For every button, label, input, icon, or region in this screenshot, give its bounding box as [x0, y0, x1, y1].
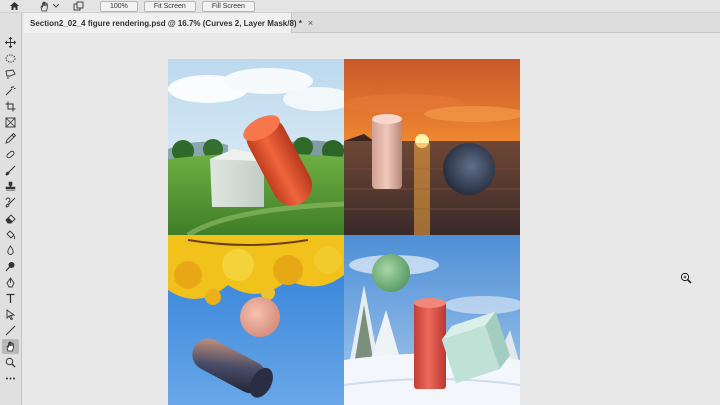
brush-icon[interactable]	[2, 163, 19, 178]
autumn-scene-image	[168, 235, 344, 405]
meadow-scene-image	[168, 59, 344, 235]
dodge-icon[interactable]	[2, 259, 19, 274]
history-brush-icon[interactable]	[2, 195, 19, 210]
options-bar: 100% Fit Screen Fill Screen	[0, 0, 720, 13]
path-selection-icon[interactable]	[2, 307, 19, 322]
tools-panel	[0, 13, 22, 405]
crop-icon[interactable]	[2, 99, 19, 114]
fit-screen-button[interactable]: Fit Screen	[143, 0, 196, 12]
eraser-icon[interactable]	[2, 211, 19, 226]
pen-icon[interactable]	[2, 275, 19, 290]
snow-scene-image	[344, 235, 520, 405]
fill-screen-button[interactable]: Fill Screen	[201, 0, 255, 12]
hand-tool-preset-icon[interactable]	[36, 0, 52, 13]
type-icon[interactable]	[2, 291, 19, 306]
scroll-all-windows-icon[interactable]	[70, 0, 86, 13]
healing-brush-icon[interactable]	[2, 147, 19, 162]
document-tab[interactable]: Section2_02_4 figure rendering.psd @ 16.…	[24, 13, 313, 33]
zoom-cursor-icon	[680, 272, 692, 284]
eyedropper-icon[interactable]	[2, 131, 19, 146]
chevron-down-icon[interactable]	[52, 0, 60, 13]
frame-icon[interactable]	[2, 115, 19, 130]
document-canvas[interactable]	[168, 59, 520, 405]
move-tool-icon[interactable]	[2, 35, 19, 50]
sunset-scene-image	[344, 59, 520, 235]
paint-bucket-icon[interactable]	[2, 227, 19, 242]
document-tab-title: Section2_02_4 figure rendering.psd @ 16.…	[30, 18, 302, 28]
lasso-icon[interactable]	[2, 67, 19, 82]
zoom-100-button[interactable]: 100%	[100, 0, 138, 12]
more-tools-icon[interactable]	[2, 371, 19, 386]
blur-icon[interactable]	[2, 243, 19, 258]
zoom-icon[interactable]	[2, 355, 19, 370]
close-icon[interactable]: ×	[308, 18, 313, 28]
line-icon[interactable]	[2, 323, 19, 338]
elliptical-marquee-icon[interactable]	[2, 51, 19, 66]
magic-wand-icon[interactable]	[2, 83, 19, 98]
hand-icon[interactable]	[2, 339, 19, 354]
canvas-area[interactable]	[23, 34, 720, 405]
document-tab-bar: Section2_02_4 figure rendering.psd @ 16.…	[24, 13, 720, 33]
clone-stamp-icon[interactable]	[2, 179, 19, 194]
home-icon[interactable]	[6, 0, 22, 13]
